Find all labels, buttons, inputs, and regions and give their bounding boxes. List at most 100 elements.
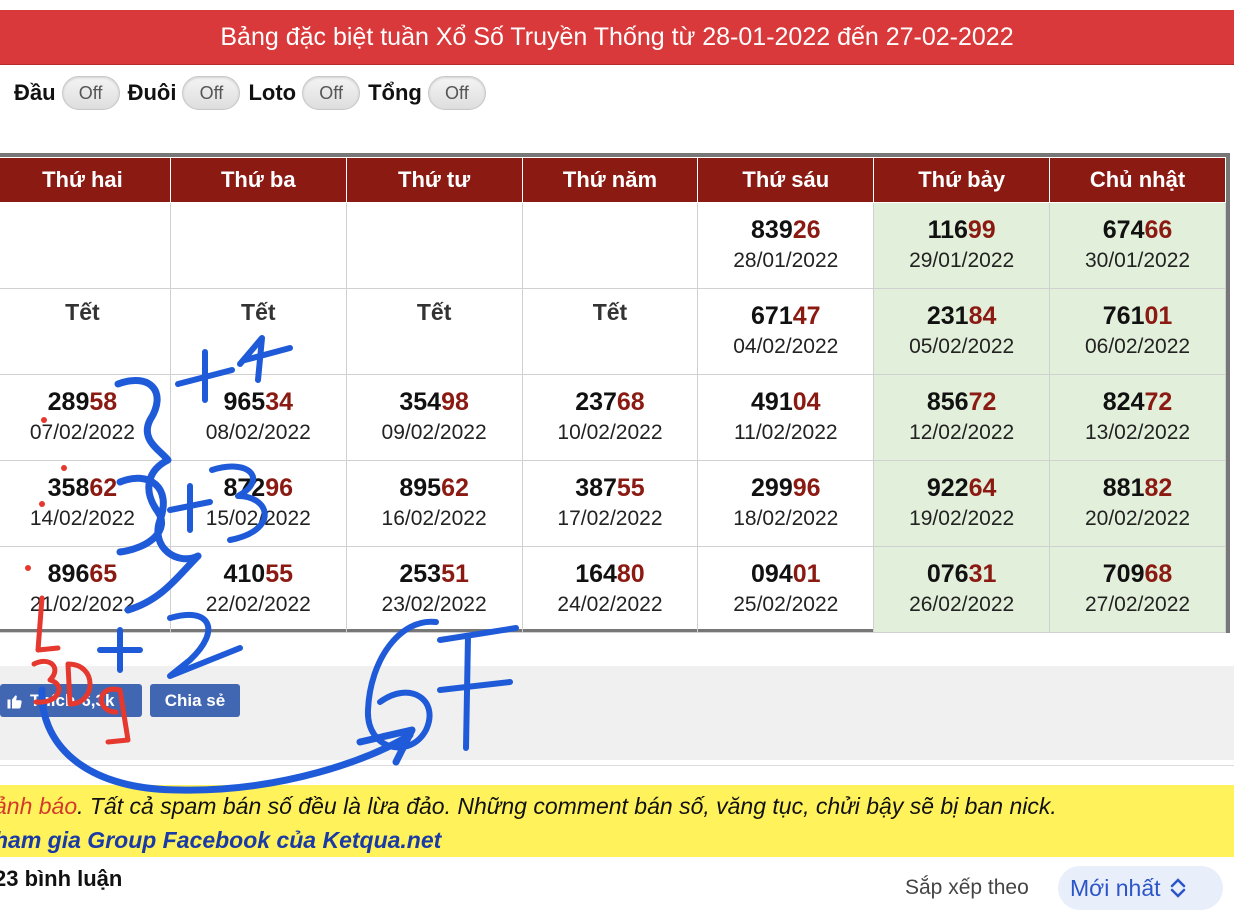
result-cell: 89562 16/02/2022 (345, 460, 523, 547)
result-date: 09/02/2022 (381, 421, 487, 444)
header-tuesday: Thứ ba (169, 157, 347, 203)
results-table-container: Thứ hai Thứ ba Thứ tư Thứ năm Thứ sáu Th… (0, 153, 1230, 633)
result-number-tail: 01 (1144, 302, 1173, 330)
header-wednesday: Thứ tư (345, 157, 523, 203)
result-cell: Tết (0, 288, 171, 375)
result-date: 15/02/2022 (205, 507, 311, 530)
result-number-head: 253 (399, 560, 442, 588)
share-button[interactable]: Chia sẻ (150, 684, 240, 717)
result-number-head: 674 (1102, 216, 1145, 244)
toggle-label-duoi: Đuôi (127, 80, 177, 105)
result-number-head: 231 (926, 302, 969, 330)
header-monday: Thứ hai (0, 157, 171, 203)
result-number: 07631 (874, 559, 1049, 589)
result-cell: 16480 24/02/2022 (521, 546, 699, 633)
page-title: Bảng đặc biệt tuần Xổ Số Truyền Thống từ… (220, 22, 1014, 51)
result-number: 83926 (698, 215, 873, 245)
result-number-head: 354 (399, 388, 442, 416)
result-number-tail: 64 (968, 474, 997, 502)
result-number: 88182 (1050, 473, 1225, 503)
result-cell: 67466 30/01/2022 (1049, 202, 1226, 289)
result-cell: 76101 06/02/2022 (1049, 288, 1226, 375)
result-number-head: 076 (926, 560, 969, 588)
result-number-tail: 98 (441, 388, 469, 416)
result-number-head: 299 (751, 474, 793, 502)
result-date: 21/02/2022 (29, 593, 135, 616)
result-number-head: 761 (1102, 302, 1145, 330)
result-date: 19/02/2022 (909, 507, 1015, 530)
result-cell: 09401 25/02/2022 (697, 546, 875, 633)
result-number-head: 358 (47, 474, 90, 502)
sort-select[interactable]: Mới nhất (1058, 866, 1223, 910)
result-number: 35862 (0, 473, 170, 503)
result-number: 70968 (1050, 559, 1225, 589)
result-cell: 41055 22/02/2022 (169, 546, 347, 633)
result-number-head: 289 (47, 388, 90, 416)
result-date: 05/02/2022 (909, 335, 1015, 358)
comment-count: 23 bình luận (0, 866, 123, 891)
result-number: 16480 (523, 559, 698, 589)
result-number-tail: 58 (89, 388, 118, 416)
table-header-row: Thứ hai Thứ ba Thứ tư Thứ năm Thứ sáu Th… (0, 157, 1226, 203)
facebook-group-link[interactable]: ham gia Group Facebook của Ketqua.net (0, 823, 1234, 857)
table-row: 89665 21/02/2022 41055 22/02/2022 25351 23/02… (0, 546, 1226, 633)
result-cell: 25351 23/02/2022 (345, 546, 523, 633)
result-date: 29/01/2022 (909, 249, 1015, 272)
result-number-tail: 62 (89, 474, 118, 502)
sort-value: Mới nhất (1070, 874, 1161, 901)
result-cell: 85672 12/02/2022 (873, 374, 1051, 461)
result-number-tail: 55 (616, 474, 645, 502)
result-number-head: 922 (926, 474, 969, 502)
result-number: 28958 (0, 387, 170, 417)
result-number-head: 116 (927, 216, 968, 244)
table-row: 83926 28/01/2022 11699 29/01/2022 67466 30/01… (0, 202, 1226, 289)
result-number: 89562 (347, 473, 522, 503)
result-date: 16/02/2022 (381, 507, 487, 530)
holiday-label: Tết (241, 299, 276, 325)
page-title-bar: Bảng đặc biệt tuần Xổ Số Truyền Thống từ… (0, 10, 1234, 65)
result-number-tail: 34 (265, 388, 294, 416)
result-number: 41055 (171, 559, 346, 589)
result-cell: 83926 28/01/2022 (697, 202, 875, 289)
result-number: 67147 (698, 301, 873, 331)
result-number-head: 839 (751, 216, 793, 244)
warning-line: ảnh báo. Tất cả spam bán số đều là lừa đ… (0, 789, 1234, 823)
result-date: 28/01/2022 (733, 249, 839, 272)
result-cell: 35862 14/02/2022 (0, 460, 171, 547)
like-button[interactable]: Thích 6,3k (0, 684, 142, 717)
result-number-tail: 68 (616, 388, 645, 416)
result-date: 10/02/2022 (557, 421, 663, 444)
toggle-loto[interactable]: Off (302, 76, 361, 110)
result-date: 30/01/2022 (1084, 249, 1191, 272)
result-number-head: 824 (1102, 388, 1145, 416)
result-number-tail: 62 (441, 474, 469, 502)
result-number-head: 237 (575, 388, 617, 416)
toggle-tong[interactable]: Off (427, 76, 486, 110)
result-number-tail: 55 (265, 560, 294, 588)
result-number-head: 387 (575, 474, 617, 502)
result-cell: Tết (521, 288, 699, 375)
result-number-tail: 01 (792, 560, 821, 588)
like-count: 6,3k (81, 690, 115, 710)
result-number-head: 856 (926, 388, 969, 416)
warning-box: ảnh báo. Tất cả spam bán số đều là lừa đ… (0, 785, 1234, 857)
result-number-head: 965 (223, 388, 266, 416)
toggle-dau[interactable]: Off (61, 76, 120, 110)
holiday-label: Tết (65, 299, 100, 325)
toggle-duoi[interactable]: Off (182, 76, 241, 110)
result-number: 89665 (0, 559, 170, 589)
result-number: 23768 (523, 387, 698, 417)
result-number-head: 410 (223, 560, 266, 588)
result-number: 09401 (698, 559, 873, 589)
header-friday: Thứ sáu (697, 157, 875, 203)
result-number-tail: 80 (616, 560, 645, 588)
result-cell: 89665 21/02/2022 (0, 546, 171, 633)
result-cell: 87296 15/02/2022 (169, 460, 347, 547)
result-number-tail: 84 (968, 302, 997, 330)
result-cell: Tết (169, 288, 347, 375)
result-number: 85672 (874, 387, 1049, 417)
result-date: 06/02/2022 (1084, 335, 1191, 358)
result-number: 23184 (874, 301, 1049, 331)
result-cell (521, 202, 699, 289)
result-date: 08/02/2022 (205, 421, 311, 444)
